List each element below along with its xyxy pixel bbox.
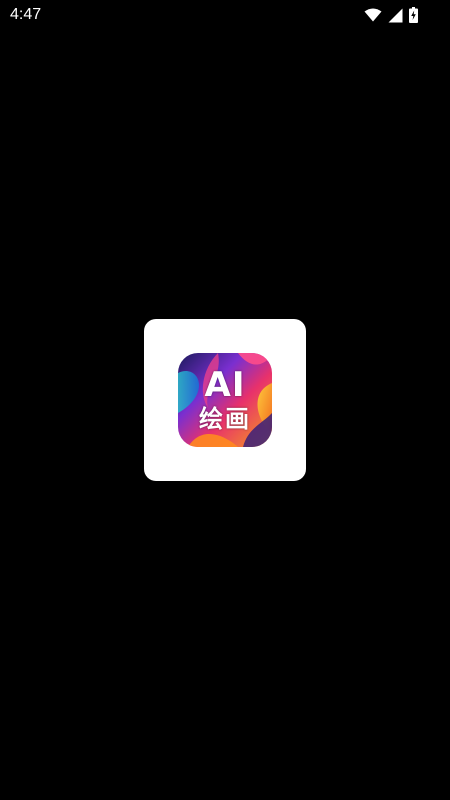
wifi-icon — [364, 8, 382, 22]
status-time: 4:47 — [10, 6, 42, 23]
battery-charging-icon — [409, 7, 418, 23]
app-logo-text-ai: AI — [204, 365, 246, 405]
app-logo-text-painting: 绘画 — [199, 405, 251, 433]
splash-logo-card: AI 绘画 — [144, 319, 306, 481]
app-logo-text: AI 绘画 — [178, 353, 272, 447]
app-logo-icon: AI 绘画 — [178, 353, 272, 447]
cellular-signal-icon — [388, 8, 403, 23]
status-bar: 4:47 — [0, 0, 450, 30]
splash-screen: 4:47 AI 绘画 — [0, 0, 450, 800]
status-icons — [364, 6, 418, 24]
